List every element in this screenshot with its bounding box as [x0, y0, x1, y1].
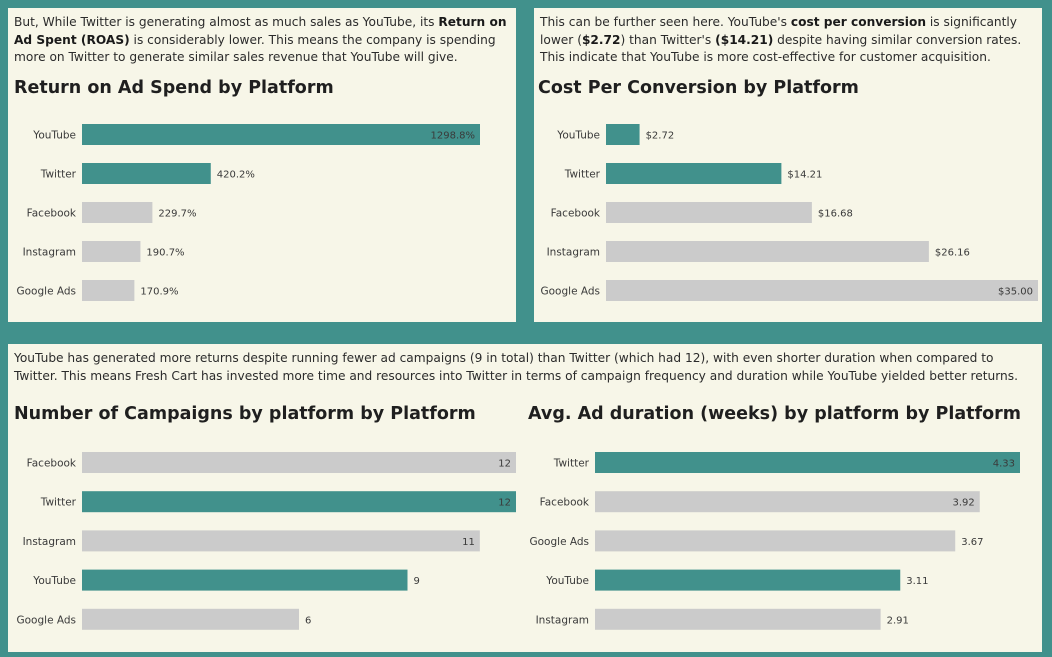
category-label: YouTube [32, 575, 76, 587]
bar-instagram[interactable] [595, 608, 881, 630]
data-label: 190.7% [146, 248, 184, 259]
bar-youtube[interactable] [595, 569, 901, 591]
data-label: 2.91 [887, 615, 909, 626]
data-label: 12 [498, 498, 511, 509]
data-label: 170.9% [140, 287, 178, 298]
campaigns-chart[interactable]: Facebook 12 Twitter 12 Instagram 11 YouTube 9 Go… [8, 444, 518, 644]
emphasis-text: cost per conversion [790, 15, 926, 29]
roas-chart[interactable]: YouTube 1298.8% Twitter 420.2% Facebook 229.7… [8, 118, 516, 318]
category-label: Facebook [27, 458, 77, 470]
category-label: Facebook [551, 208, 601, 220]
bar-instagram[interactable] [82, 530, 480, 552]
bar-google-ads[interactable] [82, 280, 135, 301]
bar-youtube[interactable] [82, 124, 480, 145]
bar-twitter[interactable] [595, 452, 1020, 473]
data-label: 12 [498, 459, 511, 470]
data-label: 1298.8% [431, 131, 476, 142]
category-label: Facebook [27, 208, 77, 220]
category-label: Instagram [23, 247, 76, 259]
campaigns-panel: YouTube has generated more returns despi… [8, 344, 1042, 652]
emphasis-text: ($14.21) [715, 32, 774, 47]
category-label: Twitter [40, 169, 77, 181]
category-label: Instagram [547, 247, 600, 259]
bar-instagram[interactable] [606, 241, 929, 262]
roas-chart-title: Return on Ad Spend by Platform [14, 78, 334, 98]
data-label: $2.72 [646, 131, 675, 142]
bar-instagram[interactable] [82, 241, 141, 262]
category-label: Google Ads [17, 614, 77, 626]
cpc-panel: This can be further seen here. YouTube's… [534, 8, 1042, 322]
cpc-chart-title: Cost Per Conversion by Platform [538, 78, 859, 98]
category-label: YouTube [556, 130, 600, 142]
bar-twitter[interactable] [606, 163, 782, 184]
data-label: 4.33 [993, 459, 1015, 470]
category-label: Facebook [540, 497, 590, 509]
bar-facebook[interactable] [606, 202, 812, 223]
bar-twitter[interactable] [82, 163, 211, 184]
category-label: Twitter [553, 458, 590, 470]
bar-google-ads[interactable] [606, 280, 1038, 301]
duration-chart-title: Avg. Ad duration (weeks) by platform by … [528, 404, 1022, 424]
data-label: $35.00 [998, 287, 1033, 298]
data-label: 3.67 [961, 537, 983, 548]
bar-youtube[interactable] [606, 124, 640, 145]
body-text: But, While Twitter is generating almost … [14, 15, 439, 29]
data-label: 3.92 [952, 498, 974, 509]
category-label: Twitter [40, 497, 77, 509]
body-text: This can be further seen here. YouTube's [540, 15, 791, 29]
category-label: Google Ads [541, 286, 601, 298]
duration-chart[interactable]: Twitter 4.33 Facebook 3.92 Google Ads 3.67 You… [520, 444, 1040, 644]
bar-google-ads[interactable] [82, 608, 299, 630]
bar-facebook[interactable] [82, 202, 153, 223]
bar-facebook[interactable] [595, 491, 980, 513]
data-label: 420.2% [217, 170, 255, 181]
category-label: YouTube [32, 130, 76, 142]
roas-panel: But, While Twitter is generating almost … [8, 8, 516, 322]
bar-twitter[interactable] [82, 491, 516, 513]
bar-google-ads[interactable] [595, 530, 956, 552]
data-label: 229.7% [158, 209, 196, 220]
data-label: $14.21 [787, 170, 822, 181]
data-label: $16.68 [818, 209, 853, 220]
category-label: Twitter [564, 169, 601, 181]
category-label: YouTube [545, 575, 589, 587]
data-label: 11 [462, 537, 475, 548]
category-label: Instagram [23, 536, 76, 548]
campaigns-paragraph: YouTube has generated more returns despi… [14, 350, 1034, 385]
data-label: 6 [305, 615, 311, 626]
bar-facebook[interactable] [82, 452, 516, 473]
data-label: 9 [414, 576, 420, 587]
category-label: Google Ads [530, 536, 590, 548]
bar-youtube[interactable] [82, 569, 408, 591]
cpc-chart[interactable]: YouTube $2.72 Twitter $14.21 Facebook $16.68 I… [534, 118, 1042, 318]
emphasis-text: $2.72 [581, 32, 621, 47]
category-label: Instagram [536, 614, 589, 626]
body-text: ) than Twitter's [620, 32, 716, 47]
body-text: YouTube has generated more returns despi… [14, 351, 1018, 383]
category-label: Google Ads [17, 286, 77, 298]
data-label: 3.11 [906, 576, 928, 587]
roas-paragraph: But, While Twitter is generating almost … [14, 14, 508, 67]
data-label: $26.16 [935, 248, 970, 259]
cpc-paragraph: This can be further seen here. YouTube's… [540, 14, 1034, 67]
campaigns-chart-title: Number of Campaigns by platform by Platf… [14, 404, 476, 424]
